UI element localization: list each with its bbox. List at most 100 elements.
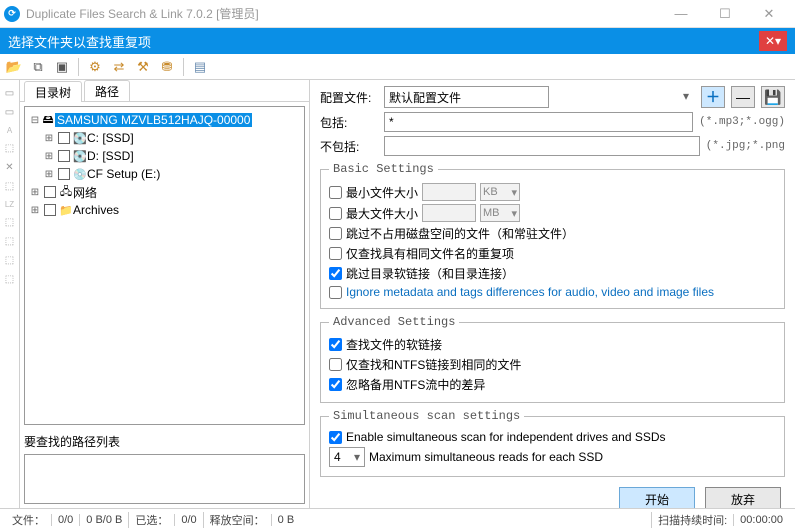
disk-icon: 💽 bbox=[73, 132, 87, 145]
disk-icon: 💿 bbox=[73, 168, 87, 181]
tree-checkbox[interactable] bbox=[58, 132, 70, 144]
status-bar: 文件： 0/0 0 B/0 B 已选： 0/0 释放空间： 0 B 扫描持续时间… bbox=[0, 508, 795, 530]
strip-icon[interactable]: ⬚ bbox=[5, 143, 14, 154]
network-icon: 🖧 bbox=[59, 183, 73, 202]
status-scantime-value: 00:00:00 bbox=[733, 514, 789, 526]
strip-icon[interactable]: ⬚ bbox=[5, 274, 14, 285]
tree-expand-icon[interactable]: ⊞ bbox=[43, 151, 55, 162]
strip-icon[interactable]: ⬚ bbox=[5, 181, 14, 192]
same-name-checkbox[interactable] bbox=[329, 247, 342, 260]
tool-icon-4[interactable]: ⛃ bbox=[157, 57, 177, 77]
status-files-size: 0 B/0 B bbox=[79, 514, 128, 526]
status-files-count: 0/0 bbox=[51, 514, 79, 526]
tree-item[interactable]: D: [SSD] bbox=[87, 149, 134, 163]
tree-checkbox[interactable] bbox=[58, 168, 70, 180]
skip-symlink-label: 跳过目录软链接（和目录连接） bbox=[346, 265, 514, 282]
profile-add-button[interactable]: ＋ bbox=[701, 86, 725, 108]
tree-expand-icon[interactable]: ⊞ bbox=[29, 187, 41, 198]
tree-item[interactable]: CF Setup (E:) bbox=[87, 167, 160, 181]
find-symlinks-checkbox[interactable] bbox=[329, 338, 342, 351]
status-selected-label: 已选： bbox=[128, 512, 174, 528]
tool-icon-2[interactable]: ⇄ bbox=[109, 57, 129, 77]
tab-path[interactable]: 路径 bbox=[84, 80, 130, 101]
path-list-box[interactable] bbox=[24, 454, 305, 504]
simul-legend: Simultaneous scan settings bbox=[329, 409, 524, 423]
tree-checkbox[interactable] bbox=[58, 150, 70, 162]
toolbar-separator bbox=[78, 58, 79, 76]
min-size-checkbox[interactable] bbox=[329, 186, 342, 199]
drive-icon: 🖴 bbox=[41, 111, 55, 130]
basic-settings-group: Basic Settings 最小文件大小KB▾ 最大文件大小MB▾ 跳过不占用… bbox=[320, 162, 785, 309]
tree-expand-icon[interactable]: ⊞ bbox=[43, 169, 55, 180]
profile-remove-button[interactable]: — bbox=[731, 86, 755, 108]
minimize-button[interactable]: — bbox=[659, 0, 703, 28]
only-ntfs-checkbox[interactable] bbox=[329, 358, 342, 371]
sub-header: 选择文件夹以查找重复项 ✕▾ bbox=[0, 28, 795, 54]
folder-open-icon[interactable]: 📂 bbox=[4, 57, 24, 77]
tree-checkbox[interactable] bbox=[44, 204, 56, 216]
tree-root[interactable]: SAMSUNG MZVLB512HAJQ-00000 bbox=[55, 113, 252, 127]
tree-expand-icon[interactable]: ⊞ bbox=[43, 133, 55, 144]
include-input[interactable] bbox=[384, 112, 693, 132]
left-tabs: 目录树 路径 bbox=[20, 80, 309, 102]
strip-icon[interactable]: ✕ bbox=[5, 162, 13, 173]
left-tool-strip: ▭ ▭ A ⬚ ✕ ⬚ LZ ⬚ ⬚ ⬚ ⬚ bbox=[0, 80, 20, 508]
toolbar-separator bbox=[183, 58, 184, 76]
strip-label: LZ bbox=[5, 200, 14, 209]
status-selected-count: 0/0 bbox=[174, 514, 202, 526]
strip-label: A bbox=[7, 126, 12, 135]
strip-icon[interactable]: ⬚ bbox=[5, 255, 14, 266]
strip-icon[interactable]: ⬚ bbox=[5, 236, 14, 247]
copy-icon[interactable]: ⧉ bbox=[28, 57, 48, 77]
ignore-meta-checkbox[interactable] bbox=[329, 286, 342, 299]
advanced-legend: Advanced Settings bbox=[329, 315, 459, 329]
max-size-input[interactable] bbox=[422, 204, 476, 222]
ignore-meta-label: Ignore metadata and tags differences for… bbox=[346, 285, 714, 299]
min-size-unit[interactable]: KB▾ bbox=[480, 183, 520, 201]
tool-icon-1[interactable]: ⚙ bbox=[85, 57, 105, 77]
tree-expand-icon[interactable]: ⊞ bbox=[29, 205, 41, 216]
tree-item[interactable]: Archives bbox=[73, 203, 119, 217]
disk-icon: 💽 bbox=[73, 150, 87, 163]
profile-label: 配置文件: bbox=[320, 89, 378, 106]
tool-icon-3[interactable]: ⚒ bbox=[133, 57, 153, 77]
strip-icon[interactable]: ▭ bbox=[5, 107, 14, 118]
profile-save-button[interactable]: 💾 bbox=[761, 86, 785, 108]
tree-item[interactable]: 网络 bbox=[73, 184, 97, 201]
simul-max-label: Maximum simultaneous reads for each SSD bbox=[369, 450, 603, 464]
strip-icon[interactable]: ⬚ bbox=[5, 217, 14, 228]
simul-count-select[interactable]: 4▾ bbox=[329, 447, 365, 467]
profile-select[interactable] bbox=[384, 86, 549, 108]
tree-checkbox[interactable] bbox=[44, 186, 56, 198]
cancel-button[interactable]: 放弃 bbox=[705, 487, 781, 508]
same-name-label: 仅查找具有相同文件名的重复项 bbox=[346, 245, 514, 262]
start-button[interactable]: 开始 bbox=[619, 487, 695, 508]
window-title: Duplicate Files Search & Link 7.0.2 [管理员… bbox=[26, 5, 259, 22]
status-free-label: 释放空间： bbox=[203, 512, 271, 528]
advanced-settings-group: Advanced Settings 查找文件的软链接 仅查找和NTFS链接到相同… bbox=[320, 315, 785, 403]
strip-icon[interactable]: ▭ bbox=[5, 88, 14, 99]
skip-zero-checkbox[interactable] bbox=[329, 227, 342, 240]
min-size-input[interactable] bbox=[422, 183, 476, 201]
tree-collapse-icon[interactable]: ⊟ bbox=[29, 115, 41, 126]
path-list-label: 要查找的路径列表 bbox=[24, 433, 305, 450]
basic-legend: Basic Settings bbox=[329, 162, 438, 176]
simul-enable-checkbox[interactable] bbox=[329, 431, 342, 444]
close-button[interactable]: ✕ bbox=[747, 0, 791, 28]
sub-header-title: 选择文件夹以查找重复项 bbox=[8, 32, 151, 51]
tree-item[interactable]: C: [SSD] bbox=[87, 131, 134, 145]
max-size-checkbox[interactable] bbox=[329, 207, 342, 220]
ignore-ntfs-checkbox[interactable] bbox=[329, 378, 342, 391]
skip-zero-label: 跳过不占用磁盘空间的文件（和常驻文件） bbox=[346, 225, 574, 242]
maximize-button[interactable]: ☐ bbox=[703, 0, 747, 28]
max-size-unit[interactable]: MB▾ bbox=[480, 204, 520, 222]
panel-close-button[interactable]: ✕▾ bbox=[759, 31, 787, 51]
stack-icon[interactable]: ▣ bbox=[52, 57, 72, 77]
tool-icon-5[interactable]: ▤ bbox=[190, 57, 210, 77]
directory-tree[interactable]: ⊟🖴SAMSUNG MZVLB512HAJQ-00000 ⊞💽C: [SSD] … bbox=[24, 106, 305, 425]
exclude-hint: (*.jpg;*.png bbox=[706, 140, 785, 152]
tab-tree[interactable]: 目录树 bbox=[24, 81, 82, 102]
exclude-input[interactable] bbox=[384, 136, 700, 156]
skip-symlink-checkbox[interactable] bbox=[329, 267, 342, 280]
max-size-label: 最大文件大小 bbox=[346, 205, 418, 222]
